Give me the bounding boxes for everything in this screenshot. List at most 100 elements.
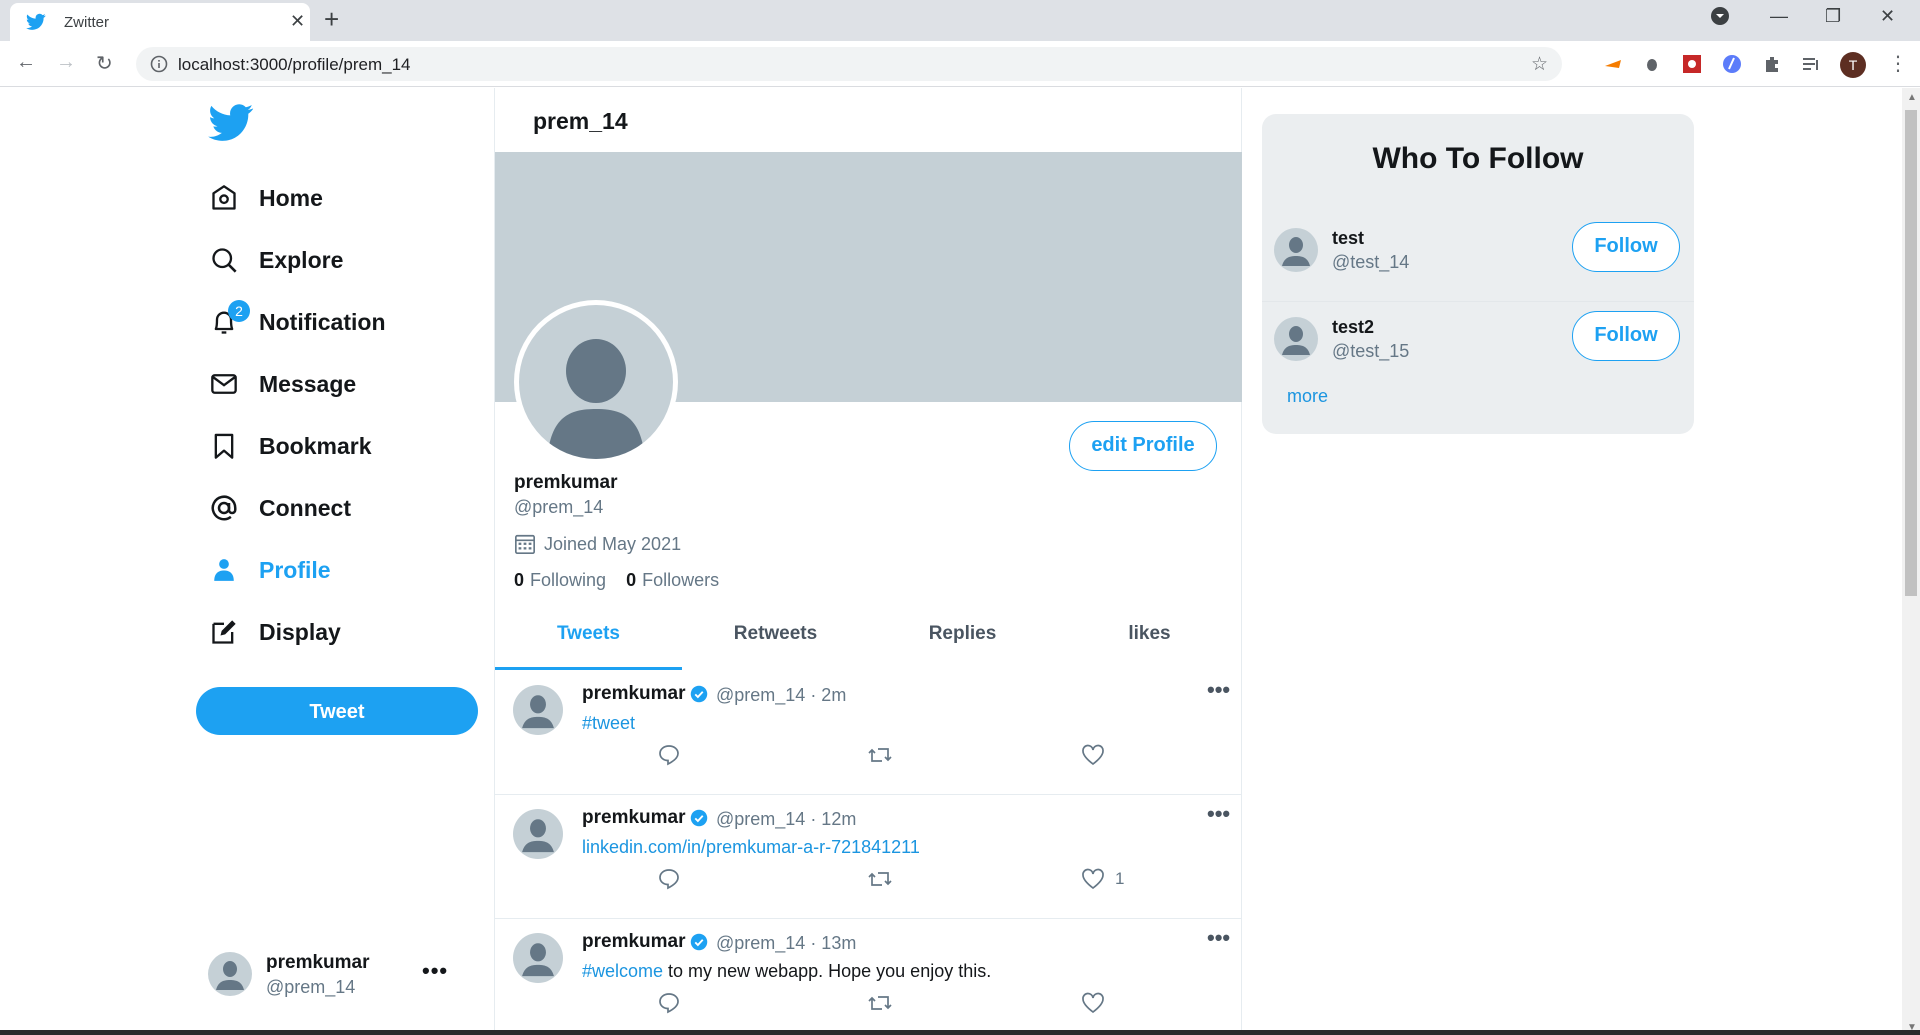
close-tab-icon[interactable]: ✕ xyxy=(290,11,305,32)
more-icon[interactable]: ••• xyxy=(1207,677,1230,703)
tweet-button[interactable]: Tweet xyxy=(196,687,478,735)
url-text: localhost:3000/profile/prem_14 xyxy=(178,55,411,74)
profile-handle: @prem_14 xyxy=(514,497,604,517)
search-icon xyxy=(208,244,240,276)
nav-item-connect[interactable]: Connect xyxy=(208,488,351,528)
bookmark-star-icon[interactable]: ☆ xyxy=(1531,53,1548,76)
tweet-meta: @prem_14 · 2m xyxy=(716,685,847,705)
forward-icon[interactable]: → xyxy=(56,51,76,74)
nav-item-message[interactable]: Message xyxy=(208,364,356,404)
follow-suggestion[interactable]: test @test_14 Follow xyxy=(1262,214,1694,302)
browser-menu-icon[interactable] xyxy=(1710,6,1730,31)
suggestion-handle: @test_14 xyxy=(1332,252,1410,272)
avatar[interactable] xyxy=(513,809,563,864)
browser-tab[interactable]: Zwitter ✕ xyxy=(10,3,310,41)
tweet-author[interactable]: premkumar xyxy=(582,931,708,953)
hashtag-link[interactable]: #tweet xyxy=(582,713,635,733)
following-link[interactable]: 0 Following xyxy=(514,570,606,590)
follow-button[interactable]: Follow xyxy=(1572,222,1680,272)
avatar xyxy=(208,952,252,1001)
extensions-puzzle-icon[interactable] xyxy=(1762,54,1782,74)
browser-profile-avatar[interactable]: T xyxy=(1840,52,1866,78)
tweet-body-text: to my new webapp. Hope you enjoy this. xyxy=(663,961,992,981)
tweet-item[interactable]: premkumar @prem_14 · 12m ••• linkedin.co… xyxy=(495,795,1242,919)
person-icon xyxy=(208,554,240,586)
profile-column: prem_14 edit Profile premkumar @prem_14 … xyxy=(494,88,1242,1035)
profile-name: premkumar xyxy=(514,472,618,493)
current-user-card[interactable]: premkumar @prem_14 ••• xyxy=(208,950,458,1000)
nav-item-bookmark[interactable]: Bookmark xyxy=(208,426,371,466)
suggestion-name: test xyxy=(1332,228,1365,248)
new-tab-button[interactable]: + xyxy=(324,4,339,35)
extension-blue-icon[interactable] xyxy=(1722,54,1742,74)
nav-item-display[interactable]: Display xyxy=(208,612,341,652)
more-icon[interactable]: ••• xyxy=(1207,925,1230,951)
follow-suggestion[interactable]: test2 @test_15 Follow xyxy=(1262,303,1694,391)
tab-tweets[interactable]: Tweets xyxy=(495,608,682,670)
avatar[interactable] xyxy=(513,685,563,740)
avatar[interactable] xyxy=(513,933,563,988)
reply-icon[interactable] xyxy=(657,867,681,891)
scroll-up-icon[interactable]: ▲ xyxy=(1907,92,1917,103)
reply-icon[interactable] xyxy=(657,991,681,1015)
twitter-logo-icon[interactable] xyxy=(208,104,254,147)
extension-orange-icon[interactable] xyxy=(1603,54,1623,74)
url-link[interactable]: linkedin.com/in/premkumar-a-r-721841211 xyxy=(582,837,920,857)
extension-bug-icon[interactable] xyxy=(1642,54,1662,74)
page-scrollbar[interactable]: ▲ ▼ xyxy=(1902,88,1920,1035)
reload-icon[interactable]: ↻ xyxy=(96,51,113,76)
tweet-item[interactable]: premkumar @prem_14 · 13m ••• #welcome to… xyxy=(495,919,1242,1035)
tweet-meta: @prem_14 · 13m xyxy=(716,933,857,953)
address-bar[interactable]: localhost:3000/profile/prem_14 ☆ xyxy=(136,47,1562,81)
avatar[interactable] xyxy=(1274,228,1318,277)
tab-retweets[interactable]: Retweets xyxy=(682,608,869,670)
restore-icon[interactable]: ❐ xyxy=(1825,6,1841,27)
taskbar-edge xyxy=(0,1030,1920,1035)
tab-replies[interactable]: Replies xyxy=(869,608,1056,670)
back-icon[interactable]: ← xyxy=(16,51,36,74)
reply-icon[interactable] xyxy=(657,743,681,767)
tweet-author[interactable]: premkumar xyxy=(582,807,708,829)
scrollbar-thumb[interactable] xyxy=(1905,110,1917,596)
nav-item-label: Display xyxy=(259,618,341,645)
like-icon[interactable] xyxy=(1081,743,1115,767)
browser-kebab-menu-icon[interactable]: ⋮ xyxy=(1888,51,1908,76)
retweet-icon[interactable] xyxy=(867,867,893,891)
avatar[interactable] xyxy=(1274,317,1318,366)
window-close-icon[interactable]: ✕ xyxy=(1880,6,1895,27)
tweet-author[interactable]: premkumar xyxy=(582,683,708,705)
follow-button[interactable]: Follow xyxy=(1572,311,1680,361)
nav-item-label: Home xyxy=(259,184,323,211)
home-icon xyxy=(208,182,240,214)
extension-red-icon[interactable] xyxy=(1682,54,1702,74)
retweet-icon[interactable] xyxy=(867,743,893,767)
follow-stats: 0 Following 0 Followers xyxy=(514,570,719,591)
tab-likes[interactable]: likes xyxy=(1056,608,1243,670)
retweet-icon[interactable] xyxy=(867,991,893,1015)
minimize-icon[interactable]: — xyxy=(1770,6,1788,27)
who-to-follow-title: Who To Follow xyxy=(1372,142,1584,175)
tweet-item[interactable]: premkumar @prem_14 · 2m ••• #tweet xyxy=(495,671,1242,795)
like-count: 1 xyxy=(1115,869,1125,888)
nav-item-notification[interactable]: 2 Notification xyxy=(208,300,386,342)
hashtag-link[interactable]: #welcome xyxy=(582,961,663,981)
nav-item-profile[interactable]: Profile xyxy=(208,550,331,590)
nav-item-explore[interactable]: Explore xyxy=(208,240,343,280)
edit-profile-button[interactable]: edit Profile xyxy=(1069,421,1217,471)
at-icon xyxy=(208,492,240,524)
like-icon[interactable] xyxy=(1081,991,1115,1015)
nav-item-home[interactable]: Home xyxy=(208,178,323,218)
show-more-link[interactable]: more xyxy=(1287,386,1328,407)
site-info-icon[interactable] xyxy=(150,55,168,78)
joined-date: Joined May 2021 xyxy=(514,533,681,555)
followers-count: 0 xyxy=(626,570,637,590)
followers-link[interactable]: 0 Followers xyxy=(626,570,719,590)
media-control-icon[interactable] xyxy=(1801,54,1821,74)
like-icon[interactable]: 1 xyxy=(1081,867,1124,891)
more-icon[interactable]: ••• xyxy=(422,958,448,984)
more-icon[interactable]: ••• xyxy=(1207,801,1230,827)
nav-item-label: Notification xyxy=(259,308,386,335)
suggestion-name: test2 xyxy=(1332,317,1375,337)
page-viewport: Home Explore 2 Notification Message Book… xyxy=(0,88,1902,1035)
nav-item-label: Message xyxy=(259,370,357,397)
